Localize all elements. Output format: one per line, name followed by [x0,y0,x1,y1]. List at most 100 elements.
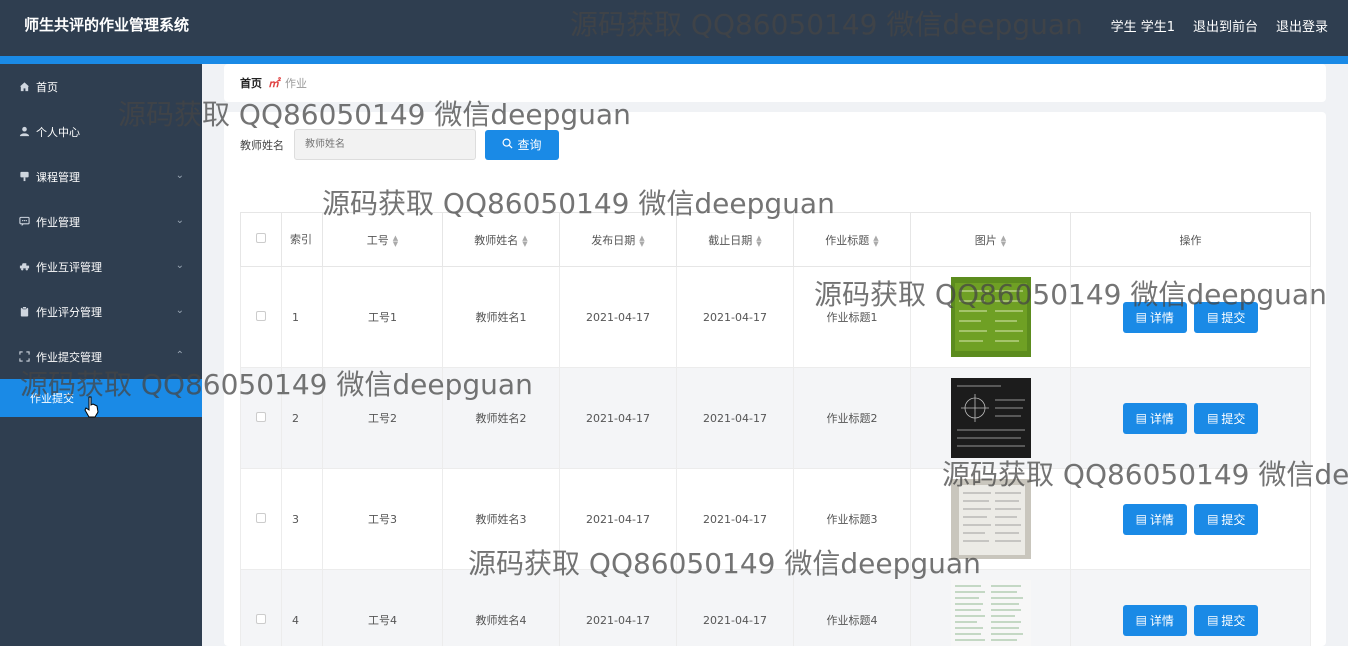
main-content: 教师姓名 查询 索引 工号▲▼ 教师姓名▲▼ 发布日期▲▼ 截止日期▲▼ 作业标… [224,112,1326,646]
table-row: 1 工号1 教师姓名1 2021-04-17 2021-04-17 作业标题1 [240,266,1311,368]
document-icon: ▤ [1135,310,1147,324]
course-icon [18,171,30,183]
sort-icon[interactable]: ▲ ▼ [522,234,527,247]
search-label: 教师姓名 [240,138,284,152]
logout-link[interactable]: 退出登录 [1276,16,1328,35]
cell-publish-date: 2021-04-17 [559,468,677,570]
detail-button[interactable]: ▤ 详情 [1122,402,1187,434]
sort-icon[interactable]: ▲ ▼ [756,234,761,247]
cell-teacher: 教师姓名1 [442,266,560,368]
submit-button[interactable]: ▤ 提交 [1194,301,1259,333]
chevron-up-icon: ⌃ [175,350,184,361]
sidebar-item-profile[interactable]: 个人中心 [0,109,202,154]
select-all-cell[interactable] [240,212,282,267]
homework-image-thumbnail[interactable] [950,378,1031,458]
col-job-no[interactable]: 工号 ▲ ▼ [322,212,443,267]
hand-cursor-icon [84,396,99,418]
sidebar-item-homework[interactable]: 作业管理 ⌄ [0,199,202,244]
row-checkbox[interactable] [256,613,266,624]
cell-title: 作业标题4 [793,569,911,646]
homework-image-thumbnail[interactable] [950,479,1031,559]
col-publish-date[interactable]: 发布日期 ▲ ▼ [559,212,677,267]
car-icon [18,261,30,273]
sidebar-item-label: 作业评分管理 [36,305,102,319]
submit-button-label: 提交 [1221,613,1246,628]
cell-deadline: 2021-04-17 [676,468,794,570]
cell-job-no: 工号1 [322,266,443,368]
document-icon: ▤ [1135,512,1147,526]
front-page-link[interactable]: 退出到前台 [1193,16,1258,35]
table-header-row: 索引 工号 ▲ ▼ 教师姓名 ▲ ▼ 发布日期 ▲ ▼ 截止日期 ▲ ▼ 作业标题 ▲ ▼ 图片 ▲ ▼… [240,212,1311,267]
teacher-name-input[interactable] [294,129,476,160]
col-title[interactable]: 作业标题 ▲ ▼ [793,212,911,267]
chevron-down-icon: ⌄ [175,260,184,271]
homework-image-thumbnail[interactable] [950,277,1031,357]
clipboard-icon [18,306,30,318]
home-icon [18,81,30,93]
row-checkbox[interactable] [256,411,266,422]
breadcrumb-separator: ㎡ [268,77,279,90]
document-icon: ▤ [1207,411,1219,425]
breadcrumb-current: 作业 [285,77,307,90]
row-select-cell [240,367,282,469]
search-icon [502,138,513,152]
sidebar-item-label: 作业提交管理 [36,350,102,364]
fullscreen-icon [18,351,30,363]
col-label: 图片 [974,233,997,247]
homework-image-thumbnail[interactable] [950,580,1031,646]
detail-button[interactable]: ▤ 详情 [1122,503,1187,535]
sidebar-item-course[interactable]: 课程管理 ⌄ [0,154,202,199]
sort-icon[interactable]: ▲ ▼ [393,234,398,247]
submit-button[interactable]: ▤ 提交 [1194,503,1259,535]
search-bar: 教师姓名 查询 [240,129,559,160]
cell-image [910,569,1071,646]
detail-button[interactable]: ▤ 详情 [1122,301,1187,333]
row-select-cell [240,468,282,570]
cell-actions: ▤ 详情 ▤ 提交 [1070,569,1311,646]
row-checkbox[interactable] [256,512,266,523]
col-label: 工号 [366,233,389,247]
sidebar-item-label: 个人中心 [36,125,80,139]
detail-button-label: 详情 [1149,411,1174,426]
document-icon: ▤ [1207,613,1219,627]
cell-publish-date: 2021-04-17 [559,367,677,469]
cell-actions: ▤ 详情 ▤ 提交 [1070,367,1311,469]
sidebar-item-peer-review[interactable]: 作业互评管理 ⌄ [0,244,202,289]
sort-icon[interactable]: ▲ ▼ [873,234,878,247]
cell-image [910,468,1071,570]
cell-index: 4 [281,569,323,646]
sidebar: 首页 个人中心 课程管理 ⌄ 作业管理 ⌄ 作业互评管理 ⌄ 作业评分管理 ⌄ [0,64,202,646]
sort-icon[interactable]: ▲ ▼ [639,234,644,247]
select-all-checkbox[interactable] [256,233,266,243]
col-image[interactable]: 图片 ▲ ▼ [910,212,1071,267]
sidebar-item-grading[interactable]: 作业评分管理 ⌄ [0,289,202,334]
cell-title: 作业标题3 [793,468,911,570]
sidebar-item-home[interactable]: 首页 [0,64,202,109]
row-checkbox[interactable] [256,310,266,321]
sidebar-subitem-label: 作业提交 [30,392,74,405]
cell-index: 3 [281,468,323,570]
cell-index: 1 [281,266,323,368]
sidebar-item-submission[interactable]: 作业提交管理 ⌃ [0,334,202,379]
col-label: 发布日期 [591,233,636,247]
col-index: 索引 [281,212,323,267]
cell-teacher: 教师姓名4 [442,569,560,646]
cell-title: 作业标题2 [793,367,911,469]
col-actions: 操作 [1070,212,1311,267]
col-teacher[interactable]: 教师姓名 ▲ ▼ [442,212,560,267]
cell-deadline: 2021-04-17 [676,266,794,368]
submit-button[interactable]: ▤ 提交 [1194,402,1259,434]
submit-button[interactable]: ▤ 提交 [1194,604,1259,636]
sort-icon[interactable]: ▲ ▼ [1001,234,1006,247]
search-button[interactable]: 查询 [485,129,559,160]
sidebar-item-label: 作业管理 [36,215,80,229]
detail-button-label: 详情 [1149,512,1174,527]
col-deadline[interactable]: 截止日期 ▲ ▼ [676,212,794,267]
sidebar-subitem-submit[interactable]: 作业提交 [0,379,202,417]
app-title: 师生共评的作业管理系统 [24,16,190,34]
col-label: 作业标题 [825,233,870,247]
breadcrumb-home[interactable]: 首页 [240,75,262,91]
detail-button[interactable]: ▤ 详情 [1122,604,1187,636]
chevron-down-icon: ⌄ [175,305,184,316]
cell-deadline: 2021-04-17 [676,367,794,469]
